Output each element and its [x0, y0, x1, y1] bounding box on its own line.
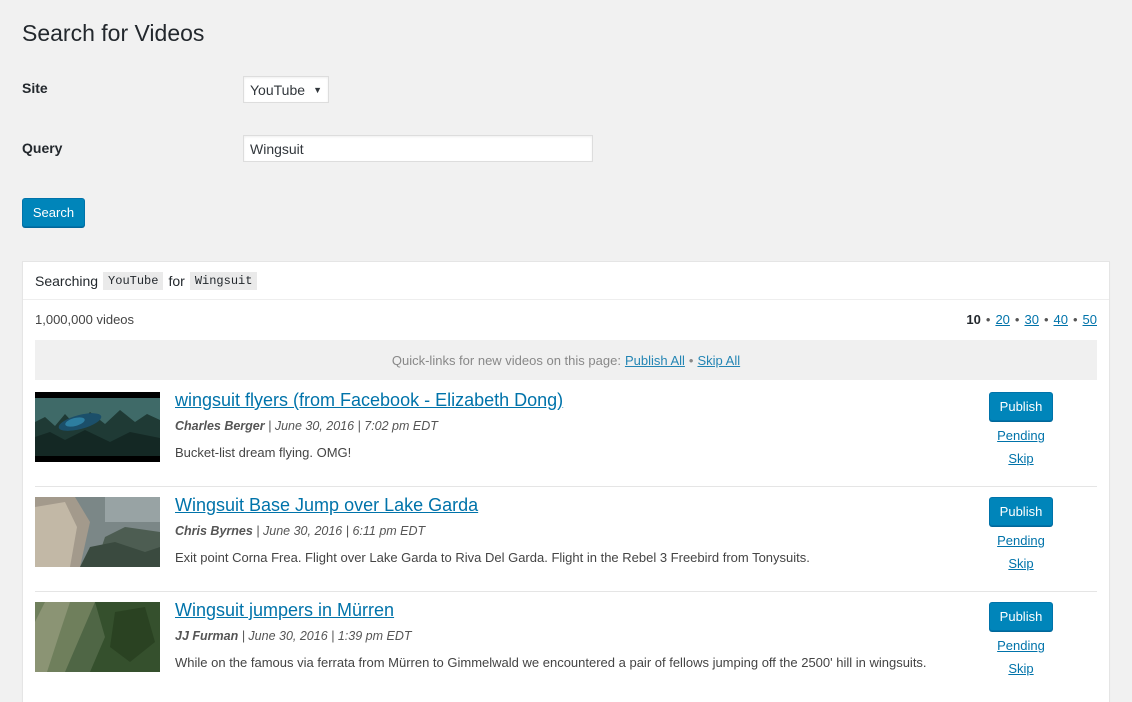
pending-link[interactable]: Pending [997, 533, 1045, 548]
quicklinks-text: Quick-links for new videos on this page: [391, 352, 621, 368]
video-meta: Charles Berger | June 30, 2016 | 7:02 pm… [175, 419, 438, 433]
search-button[interactable]: Search [22, 198, 85, 227]
skip-all-link[interactable]: Skip All [697, 353, 740, 368]
video-description: Exit point Corna Frea. Flight over Lake … [175, 550, 810, 565]
video-date: | June 30, 2016 | 1:39 pm EDT [241, 629, 412, 643]
count-row: 1,000,000 videos 10 • 20 • 30 • 40 • 50 [35, 312, 1097, 327]
video-count: 1,000,000 videos [35, 312, 135, 327]
per-page-current: 10 [966, 312, 981, 327]
site-label: Site [22, 80, 48, 96]
publish-button[interactable]: Publish [989, 392, 1053, 421]
caret-down-icon: ▼ [313, 84, 322, 95]
results-panel: Searching YouTube for Wingsuit 1,000,000… [22, 261, 1110, 702]
publish-all-link[interactable]: Publish All [625, 353, 685, 368]
video-row: Wingsuit jumpers in Mürren JJ Furman | J… [35, 592, 1097, 697]
video-date: | June 30, 2016 | 6:11 pm EDT [256, 524, 426, 538]
query-label: Query [22, 140, 63, 156]
site-select-value: YouTube [250, 81, 306, 98]
video-thumbnail[interactable] [35, 392, 160, 462]
per-page-50[interactable]: 50 [1083, 312, 1097, 327]
query-input[interactable] [243, 135, 593, 162]
site-select[interactable]: YouTube ▼ [243, 76, 329, 103]
video-author: Chris Byrnes [175, 524, 253, 538]
pending-link[interactable]: Pending [997, 428, 1045, 443]
skip-link[interactable]: Skip [1008, 661, 1033, 676]
pending-link[interactable]: Pending [997, 638, 1045, 653]
per-page-selector: 10 • 20 • 30 • 40 • 50 [966, 312, 1097, 327]
publish-button[interactable]: Publish [989, 602, 1053, 631]
per-page-sep: • [1072, 312, 1078, 327]
video-thumbnail[interactable] [35, 497, 160, 567]
results-header: Searching YouTube for Wingsuit [23, 262, 1109, 300]
per-page-30[interactable]: 30 [1024, 312, 1038, 327]
video-actions: Publish Pending Skip [989, 497, 1053, 571]
per-page-sep: • [1014, 312, 1020, 327]
publish-button[interactable]: Publish [989, 497, 1053, 526]
skip-link[interactable]: Skip [1008, 451, 1033, 466]
per-page-sep: • [985, 312, 991, 327]
per-page-sep: • [1043, 312, 1049, 327]
query-code: Wingsuit [189, 271, 258, 290]
video-title-link[interactable]: Wingsuit jumpers in Mürren [175, 600, 394, 621]
quicklinks-bar: Quick-links for new videos on this page:… [35, 340, 1097, 380]
video-author: Charles Berger [175, 419, 265, 433]
per-page-20[interactable]: 20 [995, 312, 1009, 327]
video-thumbnail[interactable] [35, 602, 160, 672]
video-date: | June 30, 2016 | 7:02 pm EDT [268, 419, 438, 433]
quicklinks-sep: • [688, 352, 694, 368]
page-title: Search for Videos [22, 20, 205, 46]
video-actions: Publish Pending Skip [989, 392, 1053, 466]
for-word: for [168, 272, 185, 289]
site-code: YouTube [103, 271, 164, 290]
video-meta: JJ Furman | June 30, 2016 | 1:39 pm EDT [175, 629, 412, 643]
video-author: JJ Furman [175, 629, 239, 643]
skip-link[interactable]: Skip [1008, 556, 1033, 571]
video-title-link[interactable]: wingsuit flyers (from Facebook - Elizabe… [175, 390, 563, 411]
video-meta: Chris Byrnes | June 30, 2016 | 6:11 pm E… [175, 524, 425, 538]
video-actions: Publish Pending Skip [989, 602, 1053, 676]
video-row: Wingsuit Base Jump over Lake Garda Chris… [35, 487, 1097, 592]
video-row: wingsuit flyers (from Facebook - Elizabe… [35, 382, 1097, 487]
per-page-40[interactable]: 40 [1054, 312, 1068, 327]
video-description: Bucket-list dream flying. OMG! [175, 445, 352, 460]
searching-prefix: Searching [35, 272, 99, 289]
video-description: While on the famous via ferrata from Mür… [175, 655, 927, 670]
video-title-link[interactable]: Wingsuit Base Jump over Lake Garda [175, 495, 478, 516]
